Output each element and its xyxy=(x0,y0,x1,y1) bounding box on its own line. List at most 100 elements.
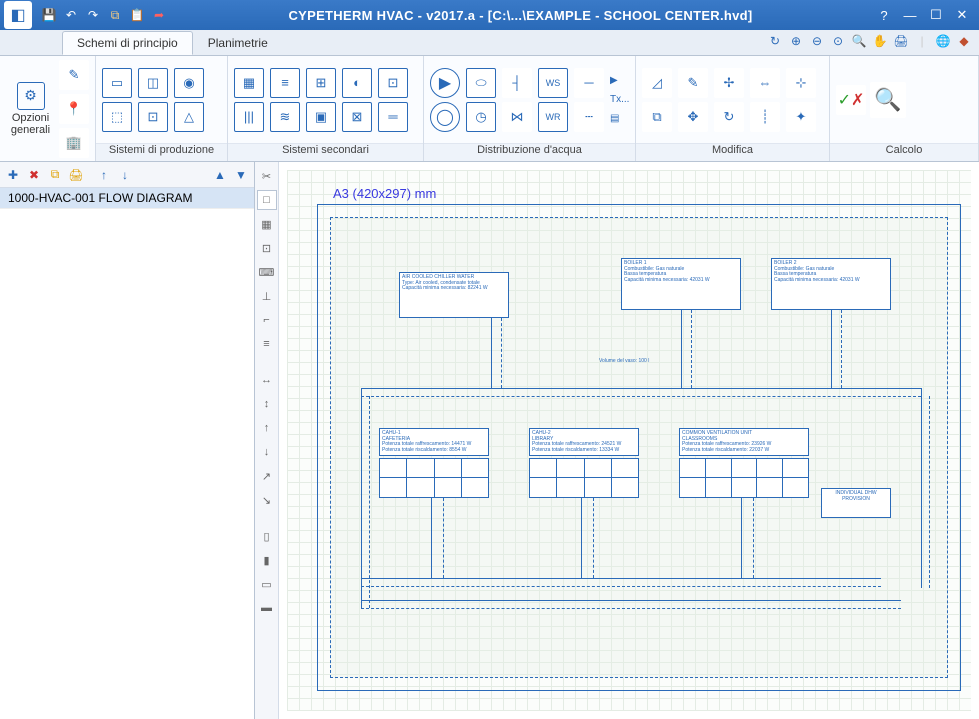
minimize-icon[interactable]: — xyxy=(898,3,922,27)
vt-arrow-up-icon[interactable]: ↑ xyxy=(257,418,277,438)
vt-dim2-icon[interactable]: ↕ xyxy=(257,394,277,414)
vt-keyboard-icon[interactable]: ⌨ xyxy=(257,262,277,282)
zoom-window-icon[interactable]: 🔍 xyxy=(850,32,868,50)
vt-block3-icon[interactable]: ▭ xyxy=(257,574,277,594)
dhw-block[interactable]: INDIVIDUAL DHW PROVISION xyxy=(821,488,891,518)
vt-select-icon[interactable]: □ xyxy=(257,190,277,210)
vrf-icon[interactable]: ⊠ xyxy=(342,102,372,132)
collapse-down-icon[interactable]: ▼ xyxy=(232,166,250,184)
vt-arrow-diag-icon[interactable]: ↗ xyxy=(257,466,277,486)
building-icon[interactable]: 🏢 xyxy=(59,128,89,158)
pin-icon[interactable]: 📍 xyxy=(59,94,89,124)
undo-icon[interactable]: ↶ xyxy=(62,6,80,24)
expansion-icon[interactable]: ⬭ xyxy=(466,68,496,98)
maximize-icon[interactable]: ☐ xyxy=(924,3,948,27)
zoom-out-icon[interactable]: ⊖ xyxy=(808,32,826,50)
drawing-canvas[interactable]: A3 (420x297) mm AIR COOLED CHILLER WATER… xyxy=(287,170,971,711)
gauge-icon[interactable]: ◷ xyxy=(466,102,496,132)
tx-button[interactable]: Tx... xyxy=(610,94,629,105)
layer-icon[interactable]: ▤ xyxy=(610,113,629,124)
fancoil-icon[interactable]: ⊞ xyxy=(306,68,336,98)
unit-icon[interactable]: ⊡ xyxy=(138,102,168,132)
vt-arrow-down-icon[interactable]: ↓ xyxy=(257,442,277,462)
separator2-icon[interactable]: ┤ xyxy=(502,68,532,98)
ahu3-header[interactable]: COMMON VENTILATION UNIT CLASSROOMS Poten… xyxy=(679,428,809,456)
ahu2-unit[interactable] xyxy=(529,458,639,498)
pipe-supply-icon[interactable]: ─ xyxy=(574,68,604,98)
vt-tools-icon[interactable]: ✂ xyxy=(257,166,277,186)
vt-endpoint-icon[interactable]: ⌐ xyxy=(257,310,277,330)
help-icon[interactable]: ? xyxy=(872,3,896,27)
vt-grid-icon[interactable]: ▦ xyxy=(257,214,277,234)
zoom-fit-icon[interactable]: ⊙ xyxy=(829,32,847,50)
close-icon[interactable]: ✕ xyxy=(950,3,974,27)
tank-icon[interactable]: ◯ xyxy=(430,102,460,132)
ahu1-unit[interactable] xyxy=(379,458,489,498)
snap-icon[interactable]: ⊹ xyxy=(786,68,816,98)
export-icon[interactable]: ➦ xyxy=(150,6,168,24)
collapse-up-icon[interactable]: ▲ xyxy=(211,166,229,184)
boiler2-block[interactable]: BOILER 2 Combustibile: Gas naturale Bass… xyxy=(771,258,891,310)
tab-schemi[interactable]: Schemi di principio xyxy=(62,31,193,55)
globe-icon[interactable]: 🌐 xyxy=(934,32,952,50)
underfloor-icon[interactable]: ≋ xyxy=(270,102,300,132)
paste-icon[interactable]: 📋 xyxy=(128,6,146,24)
vt-block1-icon[interactable]: ▯ xyxy=(257,526,277,546)
align-icon[interactable]: ┊ xyxy=(750,102,780,132)
opzioni-generali-button[interactable]: ⚙ Opzioni generali xyxy=(6,80,55,138)
pencil-icon[interactable]: ✎ xyxy=(678,68,708,98)
ahu-icon[interactable]: ▦ xyxy=(234,68,264,98)
radiator-icon[interactable]: ||| xyxy=(234,102,264,132)
rooftop-icon[interactable]: ⬚ xyxy=(102,102,132,132)
pump-icon[interactable]: ▶ xyxy=(430,68,460,98)
vt-block2-icon[interactable]: ▮ xyxy=(257,550,277,570)
redo-icon[interactable]: ↷ xyxy=(84,6,102,24)
eraser-icon[interactable]: ◿ xyxy=(642,68,672,98)
move-icon[interactable]: ✥ xyxy=(678,102,708,132)
refresh-icon[interactable]: ↻ xyxy=(766,32,784,50)
vt-snap-icon[interactable]: ⊡ xyxy=(257,238,277,258)
chiller-icon[interactable]: ▭ xyxy=(102,68,132,98)
duct-icon[interactable]: ═ xyxy=(378,102,408,132)
mirror-icon[interactable]: ⇔ xyxy=(750,68,780,98)
zoom-in-icon[interactable]: ⊕ xyxy=(787,32,805,50)
ws-button[interactable]: WS xyxy=(538,68,568,98)
cooling-tower-icon[interactable]: △ xyxy=(174,102,204,132)
vt-block4-icon[interactable]: ▬ xyxy=(257,598,277,618)
ahu3-unit[interactable] xyxy=(679,458,809,498)
terminal-icon[interactable]: ▣ xyxy=(306,102,336,132)
vt-ortho-icon[interactable]: ⊥ xyxy=(257,286,277,306)
boiler-fan-icon[interactable]: ◉ xyxy=(174,68,204,98)
print-icon[interactable]: 🖨 xyxy=(892,32,910,50)
save-icon[interactable]: 💾 xyxy=(40,6,58,24)
vt-dim-icon[interactable]: ↔ xyxy=(257,370,277,390)
check-icon[interactable]: ✓✗ xyxy=(836,85,866,115)
new-sheet-icon[interactable]: ✚ xyxy=(4,166,22,184)
delete-sheet-icon[interactable]: ✖ xyxy=(25,166,43,184)
chiller-block[interactable]: AIR COOLED CHILLER WATER Type: Air coole… xyxy=(399,272,509,318)
move-up-icon[interactable]: ↑ xyxy=(95,166,113,184)
config-icon[interactable]: ◆ xyxy=(955,32,973,50)
rotate-icon[interactable]: ↻ xyxy=(714,102,744,132)
copy-icon[interactable]: ⧉ xyxy=(106,6,124,24)
pan-icon[interactable]: ✋ xyxy=(871,32,889,50)
vt-layers-icon[interactable]: ≡ xyxy=(257,334,277,354)
heatpump-icon[interactable]: ◫ xyxy=(138,68,168,98)
list-item[interactable]: 1000-HVAC-001 FLOW DIAGRAM xyxy=(0,188,254,209)
copy-sheet-icon[interactable]: ⧉ xyxy=(46,166,64,184)
ahu1-header[interactable]: CAHU-1 CAFETERIA Potenza totale raffresc… xyxy=(379,428,489,456)
play-icon[interactable]: ▶ xyxy=(610,75,629,86)
valve-icon[interactable]: ⋈ xyxy=(502,102,532,132)
pipe-return-icon[interactable]: ┄ xyxy=(574,102,604,132)
boiler1-block[interactable]: BOILER 1 Combustibile: Gas naturale Bass… xyxy=(621,258,741,310)
vt-arrow-diag2-icon[interactable]: ↘ xyxy=(257,490,277,510)
move-down-icon[interactable]: ↓ xyxy=(116,166,134,184)
split-icon[interactable]: ◐ xyxy=(342,68,372,98)
copy2-icon[interactable]: ⧉ xyxy=(642,102,672,132)
edit-icon[interactable]: ✎ xyxy=(59,60,89,90)
magic-icon[interactable]: ✦ xyxy=(786,102,816,132)
cassette-icon[interactable]: ⊡ xyxy=(378,68,408,98)
search-icon[interactable]: 🔍 xyxy=(870,82,906,118)
wr-button[interactable]: WR xyxy=(538,102,568,132)
coil-icon[interactable]: ≡ xyxy=(270,68,300,98)
